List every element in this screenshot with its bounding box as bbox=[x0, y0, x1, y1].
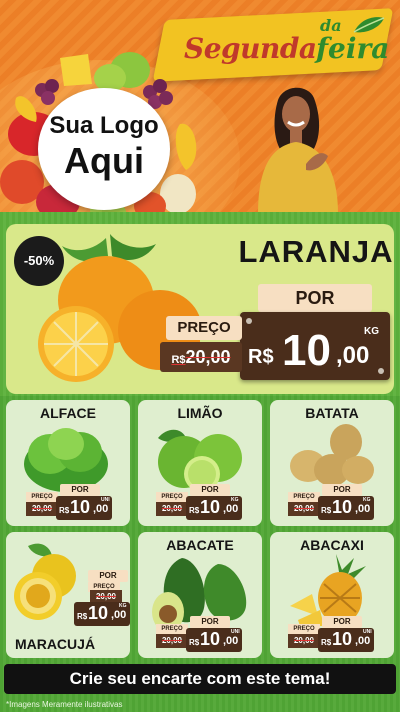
hero-price-integer: 10 bbox=[282, 326, 331, 375]
logo-text-line1: Sua Logo bbox=[49, 112, 159, 139]
woman-pointing-illustration bbox=[258, 87, 338, 214]
product-name: MARACUJÁ bbox=[14, 636, 96, 652]
price-tag: POR PREÇO 20,00 R$ 10 ,00 KG bbox=[156, 484, 242, 520]
potato-illustration bbox=[290, 424, 374, 486]
hero-currency: R$ bbox=[248, 346, 274, 368]
price-tag: POR PREÇO 20,00 R$ 10 ,00 KG bbox=[288, 484, 374, 520]
featured-product-name: LARANJA bbox=[238, 234, 394, 269]
product-name: LIMÃO bbox=[177, 405, 223, 421]
price-tag: POR PREÇO 20,00 R$ 10 ,00 KG bbox=[44, 570, 130, 626]
leaf-icon bbox=[353, 17, 385, 33]
price-tag: POR PREÇO 20,00 R$ 10 ,00 UNI bbox=[156, 616, 242, 652]
hero-price-decimal: ,00 bbox=[336, 342, 370, 369]
logo-text-line2: Aqui bbox=[64, 140, 144, 181]
hero-preco-label: PREÇO bbox=[166, 316, 242, 340]
product-name: ABACAXI bbox=[300, 537, 364, 553]
hero-por-label: POR bbox=[258, 284, 372, 312]
product-name: ABACATE bbox=[166, 537, 234, 553]
price-tag: POR PREÇO 20,00 R$ 10 ,00 UNI bbox=[26, 484, 112, 520]
image-disclaimer: *Imagens Meramente ilustrativas bbox=[6, 700, 123, 709]
discount-badge: -50% bbox=[14, 236, 64, 286]
product-name: BATATA bbox=[305, 405, 359, 421]
price-tag: POR PREÇO 20,00 R$ 10 ,00 UNI bbox=[288, 616, 374, 652]
hero-price-unit: KG bbox=[364, 326, 379, 337]
create-flyer-button[interactable]: Crie seu encarte com este tema! bbox=[4, 664, 396, 694]
hero-old-price: R$20,00 bbox=[160, 342, 242, 372]
product-name: ALFACE bbox=[40, 405, 96, 421]
banner-title-feira: feira bbox=[316, 32, 390, 65]
